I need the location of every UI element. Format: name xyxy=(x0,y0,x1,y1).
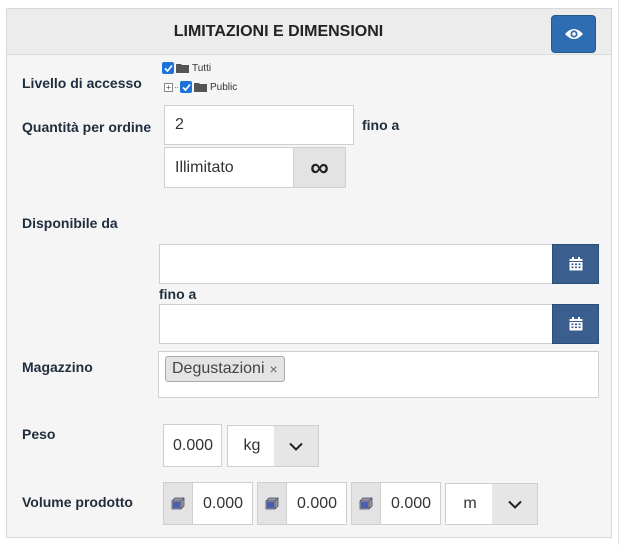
remove-tag-button[interactable]: × xyxy=(270,361,278,377)
checkmark-icon xyxy=(181,83,191,91)
access-tree-item-all[interactable]: Tutti xyxy=(162,62,211,74)
folder-icon xyxy=(194,83,207,92)
access-tree-item-public[interactable]: + Public xyxy=(164,81,237,93)
toggle-visibility-button[interactable] xyxy=(551,15,596,53)
available-from-calendar-button[interactable] xyxy=(552,244,599,284)
calendar-icon xyxy=(569,317,582,331)
calendar-icon xyxy=(569,257,582,271)
quantity-max-input[interactable]: Illimitato xyxy=(164,147,294,188)
weight-unit-select[interactable]: kg xyxy=(227,425,319,467)
quantity-min-input[interactable]: 2 xyxy=(164,105,354,145)
access-tree-label: Public xyxy=(210,81,238,93)
access-all-checkbox[interactable] xyxy=(162,62,174,74)
cube-icon xyxy=(265,497,279,510)
available-to-label: fino a xyxy=(159,286,197,302)
eye-icon xyxy=(564,29,583,39)
folder-icon xyxy=(176,64,189,73)
checkmark-icon xyxy=(163,64,173,72)
volume-dimension-addon xyxy=(351,482,381,525)
weight-unit-value: kg xyxy=(243,437,261,454)
volume-dimension-addon xyxy=(163,482,193,525)
quantity-label: Quantità per ordine xyxy=(22,119,152,135)
available-to-input[interactable] xyxy=(159,304,553,344)
volume-dimension-addon xyxy=(257,482,287,525)
volume-label: Volume prodotto xyxy=(22,494,133,510)
volume-length-input[interactable]: 0.000 xyxy=(192,482,253,525)
volume-unit-value: m xyxy=(463,495,477,512)
infinity-button[interactable]: ∞ xyxy=(293,147,346,188)
panel-title: LIMITAZIONI E DIMENSIONI xyxy=(173,23,384,40)
volume-unit-select[interactable]: m xyxy=(445,483,538,525)
warehouse-tag: Degustazioni × xyxy=(165,356,285,382)
warehouse-select[interactable]: Degustazioni × xyxy=(158,351,599,398)
quantity-to-label: fino a xyxy=(362,117,400,133)
weight-label: Peso xyxy=(22,426,56,442)
weight-input[interactable]: 0.000 xyxy=(163,424,222,467)
panel-header: LIMITAZIONI E DIMENSIONI xyxy=(7,9,611,55)
chevron-down-icon[interactable] xyxy=(492,484,537,524)
limits-panel: LIMITAZIONI E DIMENSIONI Livello di acce… xyxy=(6,8,612,538)
warehouse-tag-label: Degustazioni xyxy=(172,360,265,377)
access-tree-label: Tutti xyxy=(192,62,212,74)
access-level-label: Livello di accesso xyxy=(22,75,142,91)
volume-width-input[interactable]: 0.000 xyxy=(286,482,347,525)
warehouse-label: Magazzino xyxy=(22,359,93,375)
available-to-calendar-button[interactable] xyxy=(552,304,599,344)
available-from-label: Disponibile da xyxy=(22,215,118,231)
available-from-input[interactable] xyxy=(159,244,553,284)
chevron-down-icon[interactable] xyxy=(274,426,318,466)
volume-height-input[interactable]: 0.000 xyxy=(380,482,441,525)
page-edge xyxy=(618,0,623,545)
cube-icon xyxy=(359,497,373,510)
expand-icon[interactable]: + xyxy=(164,82,173,92)
access-public-checkbox[interactable] xyxy=(180,81,192,93)
cube-icon xyxy=(171,497,185,510)
